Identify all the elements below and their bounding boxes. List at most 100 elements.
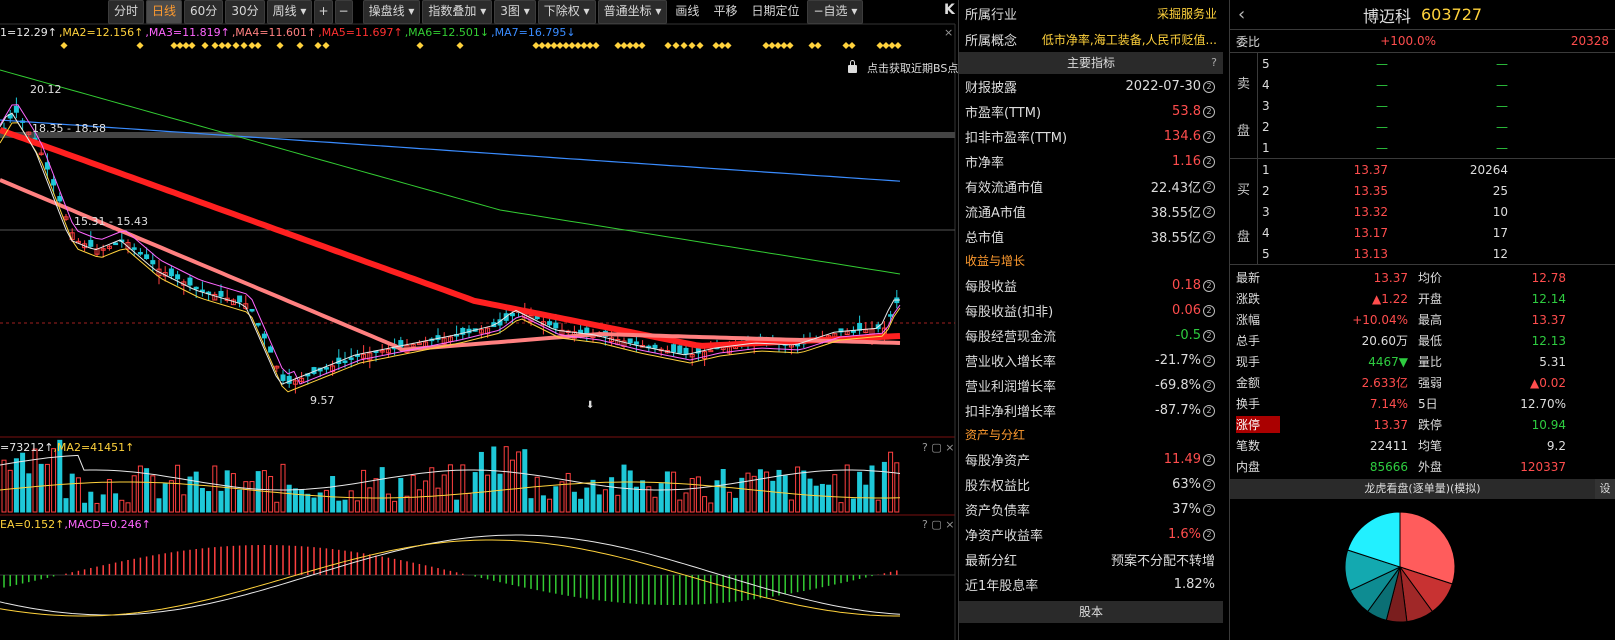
kline-chart-svg[interactable]: ⬇ (0, 0, 988, 640)
order-level: 2 (1262, 183, 1270, 198)
info-circle-icon[interactable]: 2 (1203, 80, 1215, 93)
close-icon[interactable]: × (945, 441, 954, 454)
volume-bar (416, 489, 422, 513)
stat-row: 涨跌 ▲1.22 开盘 12.14 (1230, 288, 1615, 309)
volume-bar (156, 498, 162, 513)
volume-bar (230, 473, 236, 513)
volume-bar (745, 472, 751, 513)
info-circle-icon[interactable]: 2 (1203, 230, 1215, 243)
toolbar-button-14[interactable]: 日期定位 (745, 0, 805, 24)
toolbar-button-1[interactable]: 日线 (146, 0, 183, 24)
order-ratio-row: 委比 +100.0% 20328 (1230, 30, 1615, 53)
toolbar-button-12[interactable]: 画线 (669, 0, 705, 24)
info-circle-icon[interactable]: 2 (1203, 404, 1215, 417)
volume-bar (410, 474, 416, 513)
order-row: 1 13.37 20264 (1258, 159, 1615, 180)
industry-value[interactable]: 采掘服务业 (1157, 5, 1217, 22)
info-circle-icon[interactable]: 2 (1203, 279, 1215, 292)
info-circle-icon[interactable]: 2 (1203, 105, 1215, 118)
toolbar-button-5[interactable]: + (314, 0, 333, 24)
toolbar-button-10[interactable]: 下除权 ▾ (537, 0, 596, 24)
stat-value: 22411 (1369, 438, 1408, 453)
help-icon[interactable]: ? (922, 441, 928, 454)
toolbar-button-9[interactable]: 3图 ▾ (494, 0, 536, 24)
info-circle-icon[interactable]: 2 (1203, 503, 1215, 516)
toolbar-button-0[interactable]: 分时 (108, 0, 145, 24)
bs-marker-icon (724, 41, 732, 50)
help-icon[interactable]: ? (1211, 52, 1217, 74)
toolbar-button-11[interactable]: 普通坐标 ▾ (597, 0, 668, 24)
volume-panel-icons[interactable]: ? ▢ × (922, 441, 954, 454)
info-circle-icon[interactable]: 2 (1203, 528, 1215, 541)
toolbar-button-6[interactable]: − (334, 0, 353, 24)
volume-bar (385, 493, 391, 513)
volume-bar (695, 476, 701, 513)
finance-row: 营业利润增长率 -69.8% 2 (959, 373, 1223, 398)
finance-row: 最新分红 预案不分配不转增 (959, 547, 1223, 572)
kline-chart-pane[interactable]: ⬇ 分时 日线 60分 30分 周线 ▾ + − 操盘线 ▾ 指数叠加 ▾ 3图 ▾ 下除权 ▾ 普通… (0, 0, 988, 640)
info-circle-icon[interactable]: 2 (1203, 329, 1215, 342)
order-price: 13.32 (1353, 204, 1388, 219)
close-icon[interactable]: × (945, 518, 954, 531)
macd-panel-icons[interactable]: ? ▢ × (922, 518, 954, 531)
bs-marker-icon (296, 41, 304, 50)
volume-bar (447, 464, 453, 513)
stat-label: 总手 (1236, 334, 1261, 348)
order-price: — (1376, 56, 1388, 71)
volume-bar (733, 497, 739, 513)
bs-marker-icon (136, 41, 144, 50)
collapse-panel-icon[interactable]: K (944, 2, 955, 18)
assets-dividend-list: 每股净资产 11.49 2 股东权益比 63% 2 资产负债率 37% 2 净资产收益率 1.6% 2… (959, 447, 1223, 597)
toolbar-button-13[interactable]: 平移 (707, 0, 743, 24)
volume-bar (547, 498, 553, 513)
stat-row: 涨停 13.37 跌停 10.94 (1230, 414, 1615, 435)
volume-bar (534, 476, 540, 513)
bs-point-hint[interactable]: 点击获取近期BS点 (848, 60, 958, 76)
toolbar-button-15[interactable]: −自选 ▾ (807, 0, 864, 24)
info-circle-icon[interactable]: 2 (1203, 180, 1215, 193)
volume-bar (82, 502, 88, 513)
back-arrow-icon[interactable]: ‹ (1238, 4, 1245, 25)
info-circle-icon[interactable]: 2 (1203, 478, 1215, 491)
side-char: 盘 (1236, 229, 1250, 245)
expand-icon[interactable]: ▢ (931, 441, 941, 454)
expand-icon[interactable]: ▢ (931, 518, 941, 531)
toolbar-button-2[interactable]: 60分 (184, 0, 224, 24)
stat-row: 笔数 22411 均笔 9.2 (1230, 435, 1615, 456)
scroll-down-icon[interactable]: ⬇ (586, 400, 594, 411)
toolbar-button-8[interactable]: 指数叠加 ▾ (422, 0, 493, 24)
info-circle-icon[interactable]: 2 (1203, 130, 1215, 143)
info-circle-icon[interactable]: 2 (1203, 205, 1215, 218)
share-capital-header[interactable]: 股本 (959, 601, 1223, 623)
volume-bar (286, 484, 292, 513)
concept-value[interactable]: 低市净率,海工装备,人民币贬值... (1042, 31, 1217, 48)
info-circle-icon[interactable]: 2 (1203, 379, 1215, 392)
longhu-title: 龙虎看盘(逐单量)(模拟) (1364, 482, 1481, 495)
help-icon[interactable]: ? (922, 518, 928, 531)
volume-bar (38, 463, 44, 513)
info-circle-icon[interactable]: 2 (1203, 453, 1215, 466)
volume-bar (640, 480, 646, 513)
toolbar-button-3[interactable]: 30分 (225, 0, 265, 24)
toolbar-button-7[interactable]: 操盘线 ▾ (362, 0, 421, 24)
candle-body (249, 308, 255, 312)
order-level: 1 (1262, 140, 1270, 155)
finance-value-text: 1.82% (1173, 577, 1215, 592)
settings-button[interactable]: 设 (1595, 479, 1615, 499)
finance-label: 市净率 (965, 156, 1005, 171)
volume-bar (739, 477, 745, 513)
volume-bar (646, 486, 652, 513)
toolbar-button-4[interactable]: 周线 ▾ (266, 0, 313, 24)
industry-row: 所属行业 采掘服务业 (959, 0, 1223, 26)
close-icon[interactable]: × (944, 26, 953, 39)
volume-bar (429, 467, 435, 513)
order-row: 4 — — (1258, 74, 1615, 95)
info-circle-icon[interactable]: 2 (1203, 354, 1215, 367)
main-indicators-title: 主要指标 (1066, 56, 1115, 70)
info-circle-icon[interactable]: 2 (1203, 155, 1215, 168)
info-circle-icon[interactable]: 2 (1203, 304, 1215, 317)
stat-label: 涨跌 (1236, 292, 1261, 306)
bs-marker-icon (224, 41, 232, 50)
volume-bar (404, 495, 410, 513)
